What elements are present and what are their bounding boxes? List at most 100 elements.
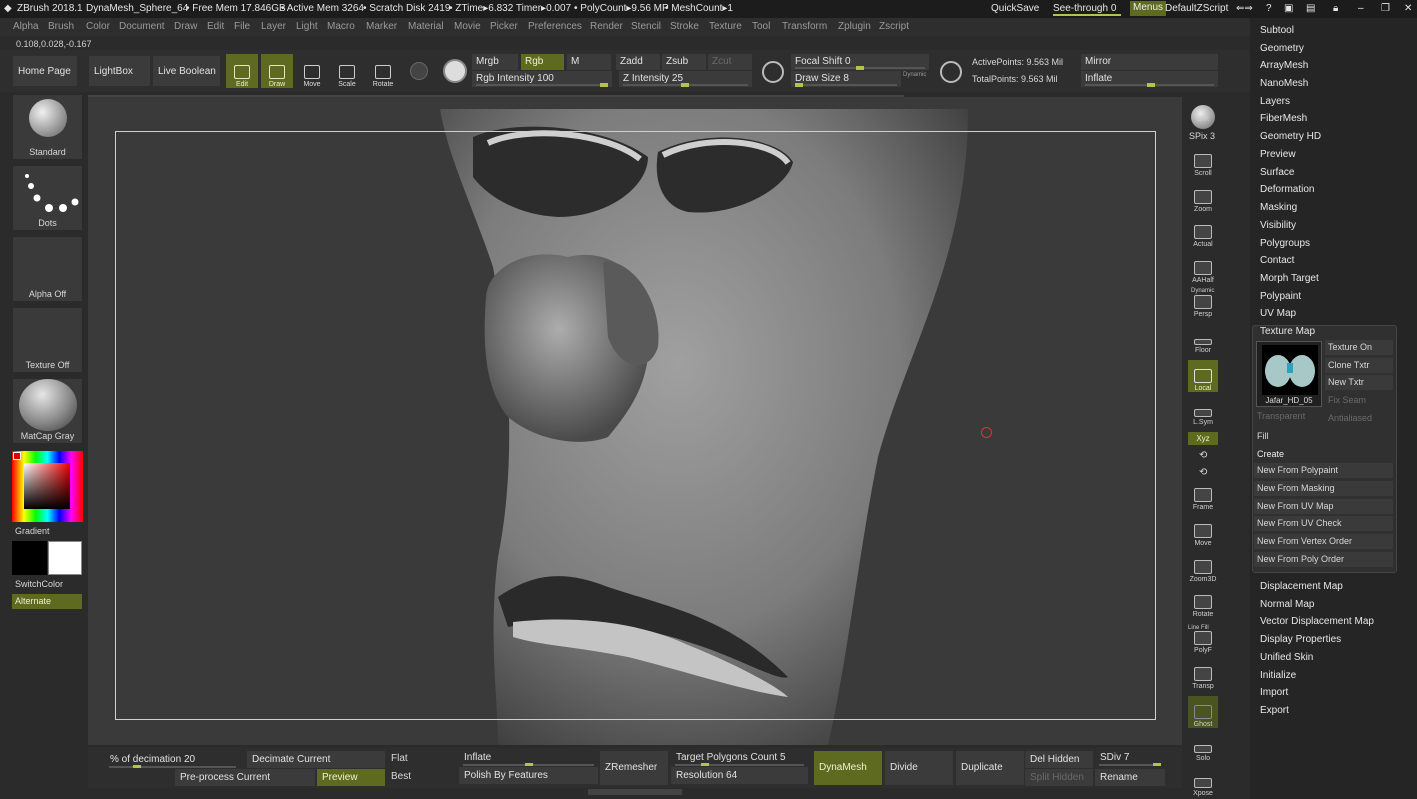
polypaint-menu[interactable]: Polypaint [1260,291,1301,302]
rgb-button[interactable]: Rgb [521,54,564,70]
menu-preferences[interactable]: Preferences [528,21,582,32]
mrgb-button[interactable]: Mrgb [472,54,518,70]
color-picker-hue-ring[interactable] [12,451,83,522]
gradient-toggle[interactable]: Gradient [15,526,50,536]
ui-toggle-icon[interactable]: ▣ [1284,3,1293,14]
dynamic-size-toggle[interactable]: Dynamic [903,72,926,78]
antialiased-toggle[interactable]: Antialiased [1328,413,1372,423]
menu-render[interactable]: Render [590,21,623,32]
menu-texture[interactable]: Texture [709,21,742,32]
z-intensity-slider[interactable]: Z Intensity 25 [619,71,752,87]
color-picker-sv-square[interactable] [24,463,70,509]
pivot-icon[interactable] [940,61,962,83]
rgb-intensity-slider[interactable]: Rgb Intensity 100 [472,71,612,87]
display-properties-menu[interactable]: Display Properties [1260,634,1341,645]
move-view-button[interactable]: Move [1188,515,1218,547]
alternate-toggle[interactable]: Alternate [12,594,82,609]
del-hidden-button[interactable]: Del Hidden [1025,751,1093,768]
xyz-toggle[interactable]: Xyz [1188,432,1218,445]
menu-movie[interactable]: Movie [454,21,481,32]
deformation-menu[interactable]: Deformation [1260,184,1314,195]
xpose-button[interactable]: Xpose [1188,765,1218,797]
decimation-slider[interactable]: % of decimation 20 [105,751,240,768]
zremesher-inflate-slider[interactable]: Inflate [459,749,598,766]
create-section-header[interactable]: Create [1257,449,1284,459]
layers-menu[interactable]: Layers [1260,96,1290,107]
new-from-poly-order-button[interactable]: New From Poly Order [1254,552,1393,567]
menu-zplugin[interactable]: Zplugin [838,21,871,32]
scale-mode-button[interactable]: Scale [331,54,363,88]
rotate-y-icon[interactable]: ⟲ [1199,450,1207,461]
lock-icon[interactable]: 🔒︎ [1333,3,1338,14]
menu-transform[interactable]: Transform [782,21,827,32]
fibermesh-menu[interactable]: FiberMesh [1260,113,1307,124]
duplicate-button[interactable]: Duplicate [956,751,1024,785]
alpha-selector[interactable]: Alpha Off [12,236,83,302]
close-icon[interactable]: ✕ [1404,3,1412,14]
m-button[interactable]: M [567,54,611,70]
restore-icon[interactable]: ❐ [1381,3,1390,14]
lsym-button[interactable]: L.Sym [1188,394,1218,426]
color-mode-icon[interactable] [443,59,467,83]
minimize-icon[interactable]: – [1358,3,1364,14]
subtool-menu[interactable]: Subtool [1260,25,1294,36]
menu-stencil[interactable]: Stencil [631,21,661,32]
fix-seam-button[interactable]: Fix Seam [1325,393,1393,408]
focal-shift-slider[interactable]: Focal Shift 0 [791,54,929,70]
new-from-uv-map-button[interactable]: New From UV Map [1254,499,1393,514]
export-menu[interactable]: Export [1260,705,1289,716]
menu-brush[interactable]: Brush [48,21,74,32]
layout-icon[interactable]: ⇐⇒ [1236,3,1253,14]
initialize-menu[interactable]: Initialize [1260,670,1296,681]
frame-button[interactable]: Frame [1188,479,1218,511]
local-button[interactable]: Local [1188,360,1218,392]
new-from-uv-check-button[interactable]: New From UV Check [1254,516,1393,531]
menu-edit[interactable]: Edit [207,21,224,32]
polyf-button[interactable]: PolyF [1188,622,1218,654]
lightbox-button[interactable]: LightBox [89,56,150,86]
zadd-button[interactable]: Zadd [616,54,660,70]
resolution-slider[interactable]: Resolution 64 [671,767,808,784]
bpr-button[interactable]: BPR [1188,97,1218,129]
uv-map-menu[interactable]: UV Map [1260,308,1296,319]
nanomesh-menu[interactable]: NanoMesh [1260,78,1308,89]
stroke-selector[interactable]: Dots [12,165,83,231]
material-sphere-icon[interactable] [410,62,428,80]
draw-size-slider[interactable]: Draw Size 8 [791,71,901,87]
preview-toggle[interactable]: Preview [317,769,385,786]
fill-button[interactable]: Fill [1257,431,1269,441]
target-polygons-slider[interactable]: Target Polygons Count 5 [671,749,808,766]
texture-selector[interactable]: Texture Off [12,307,83,373]
clone-txtr-button[interactable]: Clone Txtr [1325,358,1393,373]
sdiv-slider[interactable]: SDiv 7 [1095,749,1165,766]
draw-mode-button[interactable]: Draw [261,54,293,88]
zremesher-button[interactable]: ZRemesher [600,751,668,785]
menu-document[interactable]: Document [119,21,165,32]
rotate-mode-button[interactable]: Rotate [367,54,399,88]
flat-toggle[interactable]: Flat [391,753,408,764]
inflate-slider[interactable]: Inflate [1081,71,1218,87]
default-zscript-button[interactable]: DefaultZScript [1165,3,1228,14]
split-hidden-button[interactable]: Split Hidden [1025,769,1093,786]
zoom3d-button[interactable]: Zoom3D [1188,551,1218,583]
edit-mode-button[interactable]: Edit [226,54,258,88]
scroll-button[interactable]: Scroll [1188,145,1218,177]
displacement-map-menu[interactable]: Displacement Map [1260,581,1343,592]
dynamesh-button[interactable]: DynaMesh [814,751,882,785]
solo-button[interactable]: Solo [1188,730,1218,762]
switch-color-button[interactable]: SwitchColor [15,579,63,589]
rotate-view-button[interactable]: Rotate [1188,586,1218,618]
new-from-vertex-order-button[interactable]: New From Vertex Order [1254,534,1393,549]
texture-on-button[interactable]: Texture On [1325,340,1393,355]
bottom-scroll-handle[interactable] [588,789,682,795]
menu-tool[interactable]: Tool [752,21,770,32]
secondary-color-swatch[interactable] [12,541,47,575]
palette-icon[interactable]: ▤ [1306,3,1315,14]
geometry-hd-menu[interactable]: Geometry HD [1260,131,1321,142]
menu-color[interactable]: Color [86,21,110,32]
zsub-button[interactable]: Zsub [662,54,706,70]
stroke-dynamics-icon[interactable] [762,61,784,83]
surface-menu[interactable]: Surface [1260,167,1294,178]
move-mode-button[interactable]: Move [296,54,328,88]
geometry-menu[interactable]: Geometry [1260,43,1304,54]
